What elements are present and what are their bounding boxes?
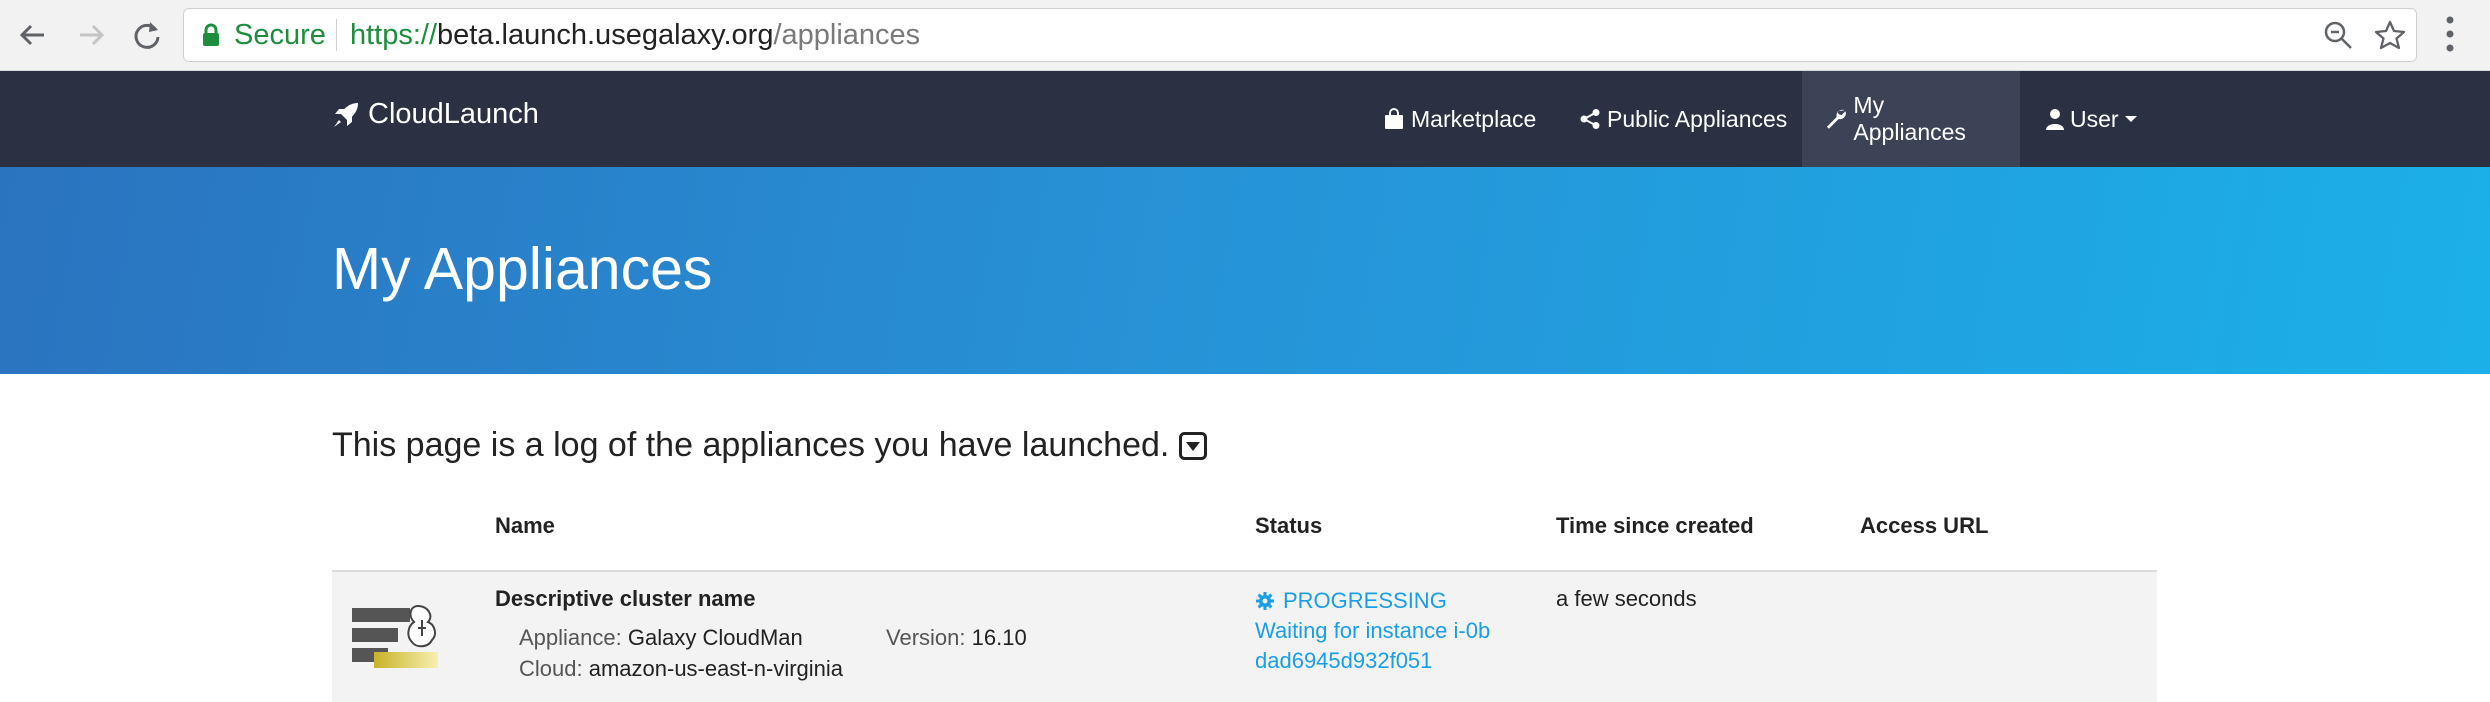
- nav-user-dropdown[interactable]: User: [2024, 71, 2159, 167]
- app-navbar: CloudLaunch Marketplace Public Appliance…: [0, 71, 2490, 167]
- version-value: 16.10: [971, 625, 1027, 650]
- address-bar[interactable]: Secure https://beta.launch.usegalaxy.org…: [183, 8, 2417, 62]
- caret-square-down-icon[interactable]: [1179, 431, 1208, 460]
- nav-public-appliances[interactable]: Public Appliances: [1557, 71, 1809, 167]
- lock-icon: [203, 23, 219, 46]
- url-text[interactable]: https://beta.launch.usegalaxy.org/applia…: [350, 19, 920, 52]
- status-detail: Waiting for instance i-0bdad6945d932f051: [1255, 618, 1491, 673]
- reload-button[interactable]: [128, 16, 166, 54]
- page-intro: This page is a log of the appliances you…: [332, 426, 1208, 465]
- forward-arrow-icon: [80, 24, 105, 46]
- column-header-status[interactable]: Status: [1255, 513, 1322, 539]
- caret-down-icon: [2124, 116, 2137, 122]
- zoom-icon[interactable]: [2322, 19, 2354, 51]
- reload-icon: [134, 22, 160, 49]
- url-path: /appliances: [773, 19, 921, 51]
- nav-marketplace-label: Marketplace: [1411, 105, 1537, 132]
- nav-user-label: User: [2070, 105, 2119, 132]
- user-icon: [2046, 109, 2064, 130]
- back-button[interactable]: [14, 16, 52, 54]
- status-label: PROGRESSING: [1283, 588, 1447, 613]
- time-since-created: a few seconds: [1556, 586, 1697, 611]
- brand-link[interactable]: CloudLaunch: [332, 98, 539, 131]
- intro-text: This page is a log of the appliances you…: [332, 426, 1170, 464]
- page-header-banner: My Appliances: [0, 167, 2490, 374]
- version-label: Version:: [886, 625, 966, 650]
- appliance-label: Appliance:: [519, 625, 622, 650]
- url-host: beta.launch.usegalaxy.org: [437, 19, 774, 51]
- cluster-name: Descriptive cluster name: [495, 586, 756, 611]
- rocket-icon: [334, 102, 358, 127]
- nav-my-appliances-label: My Appliances: [1853, 92, 1966, 145]
- column-header-time[interactable]: Time since created: [1556, 513, 1754, 539]
- nav-public-appliances-label: Public Appliances: [1607, 105, 1788, 132]
- brand-name: CloudLaunch: [368, 98, 539, 130]
- column-header-name[interactable]: Name: [495, 513, 555, 539]
- appliance-thumbnail-icon: [352, 604, 438, 668]
- omnibox-separator: [336, 19, 337, 51]
- url-scheme: https://: [350, 19, 438, 51]
- page-title: My Appliances: [332, 236, 713, 302]
- appliance-info: Appliance: Galaxy CloudMan: [519, 625, 803, 651]
- wrench-icon: [1826, 109, 1846, 129]
- browser-toolbar: Secure https://beta.launch.usegalaxy.org…: [0, 0, 2490, 71]
- cloud-value: amazon-us-east-n-virginia: [588, 656, 844, 681]
- share-icon: [1580, 109, 1600, 129]
- secure-label: Secure: [234, 19, 326, 51]
- table-row[interactable]: Descriptive cluster name Appliance: Gala…: [332, 572, 2157, 702]
- gear-icon: [1256, 592, 1274, 610]
- status-cell[interactable]: PROGRESSING Waiting for instance i-0bdad…: [1255, 586, 1495, 676]
- cloud-info: Cloud: amazon-us-east-n-virginia: [519, 656, 843, 682]
- shopping-bag-icon: [1385, 108, 1403, 129]
- forward-button[interactable]: [72, 16, 110, 54]
- bookmark-star-icon[interactable]: [2374, 19, 2406, 51]
- nav-my-appliances[interactable]: My Appliances: [1802, 71, 2020, 167]
- version-info: Version: 16.10: [886, 625, 1027, 651]
- cloud-label: Cloud:: [519, 656, 583, 681]
- appliance-value: Galaxy CloudMan: [627, 625, 803, 650]
- nav-marketplace[interactable]: Marketplace: [1361, 71, 1558, 167]
- column-header-access-url[interactable]: Access URL: [1860, 513, 1988, 539]
- back-arrow-icon: [19, 24, 44, 46]
- browser-menu-icon[interactable]: [2444, 14, 2456, 54]
